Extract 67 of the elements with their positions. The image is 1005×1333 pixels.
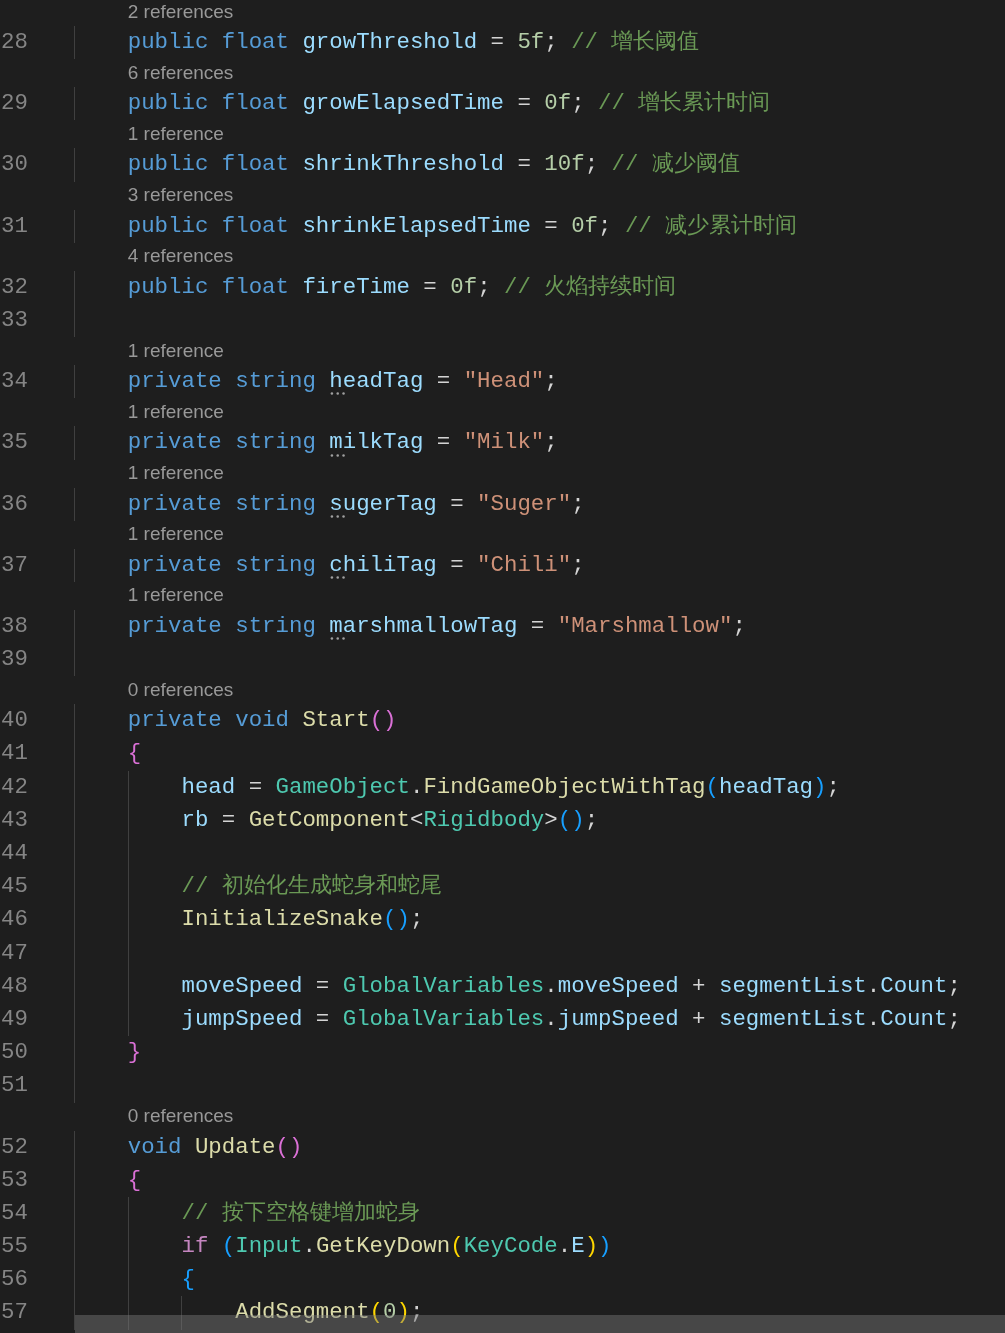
line-number: 56 [0, 1265, 29, 1295]
code-line: public float growElapsedTime = 0f; // 增长累计时间 [126, 89, 771, 119]
line-number: 47 [0, 938, 29, 968]
line-number: 41 [0, 739, 29, 769]
line-number: 54 [0, 1198, 29, 1228]
code-line: private string sugerTag = "Suger"; [126, 489, 585, 519]
line-number: 49 [0, 1004, 29, 1034]
codelens-link[interactable]: 1 reference [127, 122, 224, 146]
line-number: 44 [0, 839, 29, 869]
codelens-link[interactable]: 0 references [127, 1105, 234, 1128]
code-line: // 按下空格键增加蛇身 [180, 1198, 420, 1228]
code-line: private void Start() [126, 706, 397, 736]
codelens-link[interactable]: 1 reference [127, 400, 224, 424]
code-line: public float fireTime = 0f; // 火焰持续时间 [126, 272, 677, 302]
code-line: if (Input.GetKeyDown(KeyCode.E)) [180, 1232, 612, 1262]
code-line: public float growThreshold = 5f; // 增长阈值 [126, 28, 700, 58]
code-line: rb = GetComponent<Rigidbody>(); [180, 805, 599, 835]
line-number: 32 [0, 272, 29, 302]
line-number: 29 [0, 89, 29, 119]
codelens-link[interactable]: 6 references [127, 61, 234, 85]
line-number: 46 [0, 905, 29, 935]
code-line: head = GameObject.FindGameObjectWithTag(headTag); [180, 772, 840, 802]
line-number: 28 [0, 28, 29, 58]
code-line: private string chiliTag = "Chili"; [126, 550, 585, 580]
codelens-link[interactable]: 0 references [127, 678, 234, 702]
code-line: InitializeSnake(); [180, 905, 424, 935]
codelens-link[interactable]: 1 reference [127, 339, 224, 363]
line-number: 48 [0, 971, 29, 1001]
line-number: 43 [0, 805, 29, 835]
code-line: } [126, 1038, 142, 1068]
code-line: { [126, 1165, 142, 1195]
code-line: void Update() [126, 1132, 303, 1162]
code-line: public float shrinkThreshold = 10f; // 减少阈值 [126, 150, 740, 180]
codelens-link[interactable]: 1 reference [127, 462, 224, 485]
line-number: 36 [0, 489, 29, 519]
line-number: 50 [0, 1038, 29, 1068]
codelens-link[interactable]: 2 references [127, 0, 234, 24]
line-number: 31 [0, 211, 29, 241]
line-number: 35 [0, 428, 29, 458]
line-number: 55 [0, 1232, 29, 1262]
code-line: { [126, 739, 142, 769]
code-line: // 初始化生成蛇身和蛇尾 [180, 872, 442, 902]
line-number: 42 [0, 772, 29, 802]
line-number: 30 [0, 150, 29, 180]
line-number: 51 [0, 1071, 29, 1101]
code-line: private string headTag = "Head"; [126, 367, 558, 397]
code-line: AddSegment(0); [234, 1298, 424, 1328]
code-line: private string milkTag = "Milk"; [126, 428, 558, 458]
codelens-link[interactable]: 1 reference [127, 523, 224, 547]
code-line: jumpSpeed = GlobalVariables.jumpSpeed + segmentList.Count; [180, 1004, 961, 1034]
line-number: 38 [0, 611, 29, 641]
line-number: 52 [0, 1132, 29, 1162]
line-number: 40 [0, 706, 29, 736]
line-number: 34 [0, 367, 29, 397]
codelens-link[interactable]: 3 references [127, 184, 234, 207]
line-number: 33 [0, 305, 29, 335]
code-line: moveSpeed = GlobalVariables.moveSpeed + segmentList.Count; [180, 971, 961, 1001]
line-number: 45 [0, 872, 29, 902]
code-line: public float shrinkElapsedTime = 0f; // 减少累计时间 [126, 211, 798, 241]
line-number: 39 [0, 645, 29, 675]
code-line: private string marshmallowTag = "Marshmallow"; [126, 611, 746, 641]
code-line: { [180, 1265, 195, 1295]
line-number: 53 [0, 1165, 29, 1195]
codelens-link[interactable]: 4 references [127, 245, 234, 269]
codelens-link[interactable]: 1 reference [127, 584, 224, 608]
line-number: 57 [0, 1298, 29, 1328]
line-number: 37 [0, 550, 29, 580]
